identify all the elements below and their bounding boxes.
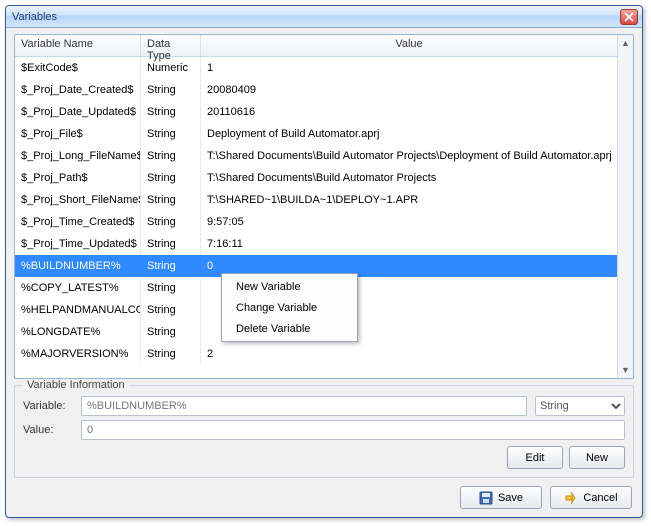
table-row[interactable]: $_Proj_Date_Created$String20080409 [15,79,617,101]
menu-delete-variable[interactable]: Delete Variable [222,318,357,339]
cell-type: String [141,189,201,211]
variables-grid[interactable]: Variable Name Data Type Value $ExitCode$… [14,34,634,379]
scroll-up-icon[interactable]: ▲ [619,35,633,51]
scroll-down-icon[interactable]: ▼ [619,362,633,378]
grid-header: Variable Name Data Type Value [15,35,617,57]
cell-name: $_Proj_Time_Created$ [15,211,141,233]
cell-type: String [141,233,201,255]
cell-name: %BUILDNUMBER% [15,255,141,277]
cell-value: 2 [201,343,617,365]
cell-value: T:\SHARED~1\BUILDA~1\DEPLOY~1.APR [201,189,617,211]
cell-type: String [141,145,201,167]
cell-name: %HELPANDMANUALCOMP [15,299,141,321]
cell-value: 20110616 [201,101,617,123]
cell-type: String [141,101,201,123]
col-header-name[interactable]: Variable Name [15,35,141,56]
value-label: Value: [23,424,73,436]
cancel-button[interactable]: Cancel [550,486,632,509]
menu-change-variable[interactable]: Change Variable [222,297,357,318]
menu-new-variable[interactable]: New Variable [222,276,357,297]
table-row[interactable]: $_Proj_Long_FileName$StringT:\Shared Doc… [15,145,617,167]
cell-type: String [141,79,201,101]
cell-name: $_Proj_Time_Updated$ [15,233,141,255]
variable-information-group: Variable Information Variable: String Va… [14,385,634,478]
table-row[interactable]: %MAJORVERSION%String2 [15,343,617,365]
table-row[interactable]: $ExitCode$Numeric1 [15,57,617,79]
cell-value: Deployment of Build Automator.aprj [201,123,617,145]
cell-value: T:\Shared Documents\Build Automator Proj… [201,167,617,189]
variable-name-field[interactable] [81,396,527,416]
cell-name: %COPY_LATEST% [15,277,141,299]
cell-type: String [141,255,201,277]
cell-type: String [141,167,201,189]
vertical-scrollbar[interactable]: ▲ ▼ [617,35,633,378]
table-row[interactable]: $_Proj_Path$StringT:\Shared Documents\Bu… [15,167,617,189]
cell-name: $_Proj_Short_FileName$ [15,189,141,211]
cell-type: String [141,211,201,233]
cell-type: String [141,321,201,343]
cell-type: String [141,343,201,365]
cell-type: String [141,277,201,299]
cell-name: $_Proj_Date_Updated$ [15,101,141,123]
table-row[interactable]: $_Proj_Date_Updated$String20110616 [15,101,617,123]
cell-name: $_Proj_Long_FileName$ [15,145,141,167]
variable-value-field[interactable] [81,420,625,440]
col-header-value[interactable]: Value [201,35,617,56]
close-button[interactable] [620,9,638,25]
new-button[interactable]: New [569,446,625,469]
save-button[interactable]: Save [460,486,542,509]
cell-name: $_Proj_File$ [15,123,141,145]
window-title: Variables [12,11,620,23]
cell-value: 9:57:05 [201,211,617,233]
cell-value: 20080409 [201,79,617,101]
cell-name: $_Proj_Path$ [15,167,141,189]
col-header-type[interactable]: Data Type [141,35,201,56]
cell-name: %MAJORVERSION% [15,343,141,365]
group-title: Variable Information [23,379,129,391]
table-row[interactable]: $_Proj_Time_Created$String9:57:05 [15,211,617,233]
variable-type-select[interactable]: String [535,396,625,416]
cell-type: Numeric [141,57,201,79]
cell-value: 1 [201,57,617,79]
cell-value: T:\Shared Documents\Build Automator Proj… [201,145,617,167]
cell-type: String [141,299,201,321]
cell-name: $_Proj_Date_Created$ [15,79,141,101]
cell-name: $ExitCode$ [15,57,141,79]
titlebar: Variables [6,6,642,28]
cell-value: 7:16:11 [201,233,617,255]
variables-dialog: Variables Variable Name Data Type Value … [5,5,643,518]
cell-type: String [141,123,201,145]
dialog-buttons: Save Cancel [14,484,634,509]
cell-name: %LONGDATE% [15,321,141,343]
edit-button[interactable]: Edit [507,446,563,469]
variable-label: Variable: [23,400,73,412]
table-row[interactable]: $_Proj_Time_Updated$String7:16:11 [15,233,617,255]
context-menu: New Variable Change Variable Delete Vari… [221,273,358,342]
table-row[interactable]: $_Proj_Short_FileName$StringT:\SHARED~1\… [15,189,617,211]
cancel-icon [564,491,578,505]
close-icon [624,12,634,22]
table-row[interactable]: $_Proj_File$StringDeployment of Build Au… [15,123,617,145]
save-icon [479,491,493,505]
